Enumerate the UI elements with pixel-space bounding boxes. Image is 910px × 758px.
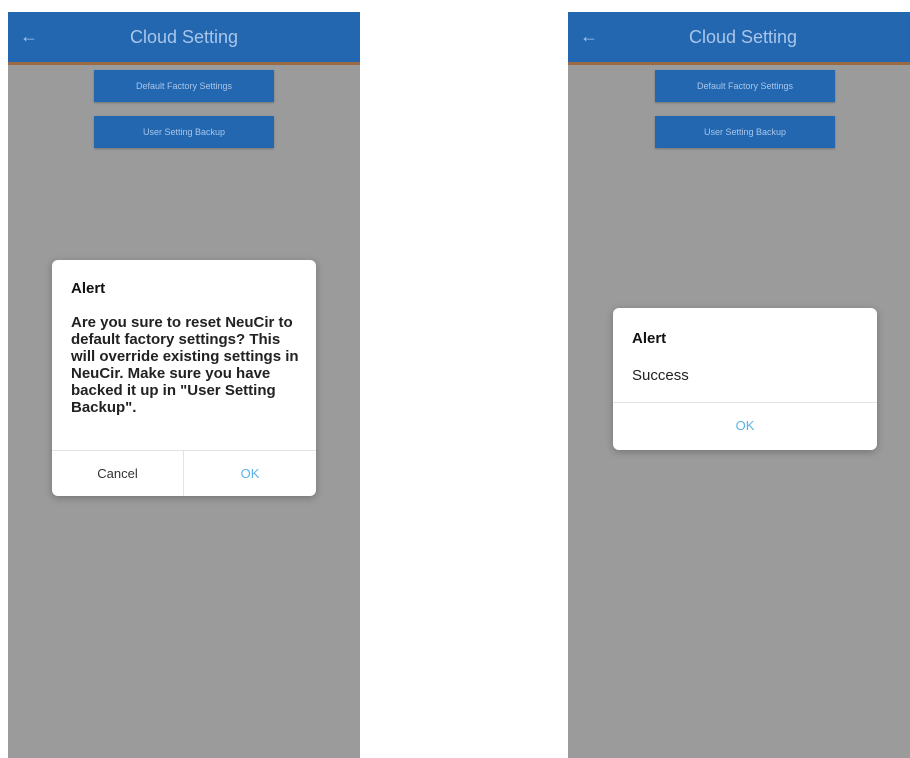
- user-setting-backup-button[interactable]: User Setting Backup: [655, 116, 835, 148]
- page-title: Cloud Setting: [688, 27, 798, 47]
- confirm-reset-dialog: Alert Are you sure to reset NeuCir to de…: [52, 260, 316, 496]
- screen-confirm-reset: ← Cloud Setting Default Factory Settings…: [8, 12, 360, 758]
- page-title: Cloud Setting: [129, 27, 239, 47]
- ok-button[interactable]: OK: [184, 466, 316, 482]
- dialog-message: Are you sure to reset NeuCir to default …: [71, 314, 299, 416]
- user-setting-backup-button[interactable]: User Setting Backup: [94, 116, 274, 148]
- ok-button[interactable]: OK: [613, 418, 877, 434]
- dialog-divider: [613, 402, 877, 403]
- default-factory-settings-button[interactable]: Default Factory Settings: [94, 70, 274, 102]
- dialog-title: Alert: [71, 280, 106, 297]
- dialog-divider: [52, 450, 316, 451]
- cancel-button[interactable]: Cancel: [52, 466, 183, 482]
- screen-success: ← Cloud Setting Default Factory Settings…: [568, 12, 910, 758]
- app-bar: ← Cloud Setting: [568, 12, 910, 65]
- success-dialog: Alert Success OK: [613, 308, 877, 450]
- app-bar: ← Cloud Setting: [8, 12, 360, 65]
- dialog-message: Success: [632, 367, 689, 384]
- dialog-title: Alert: [632, 330, 667, 347]
- default-factory-settings-button[interactable]: Default Factory Settings: [655, 70, 835, 102]
